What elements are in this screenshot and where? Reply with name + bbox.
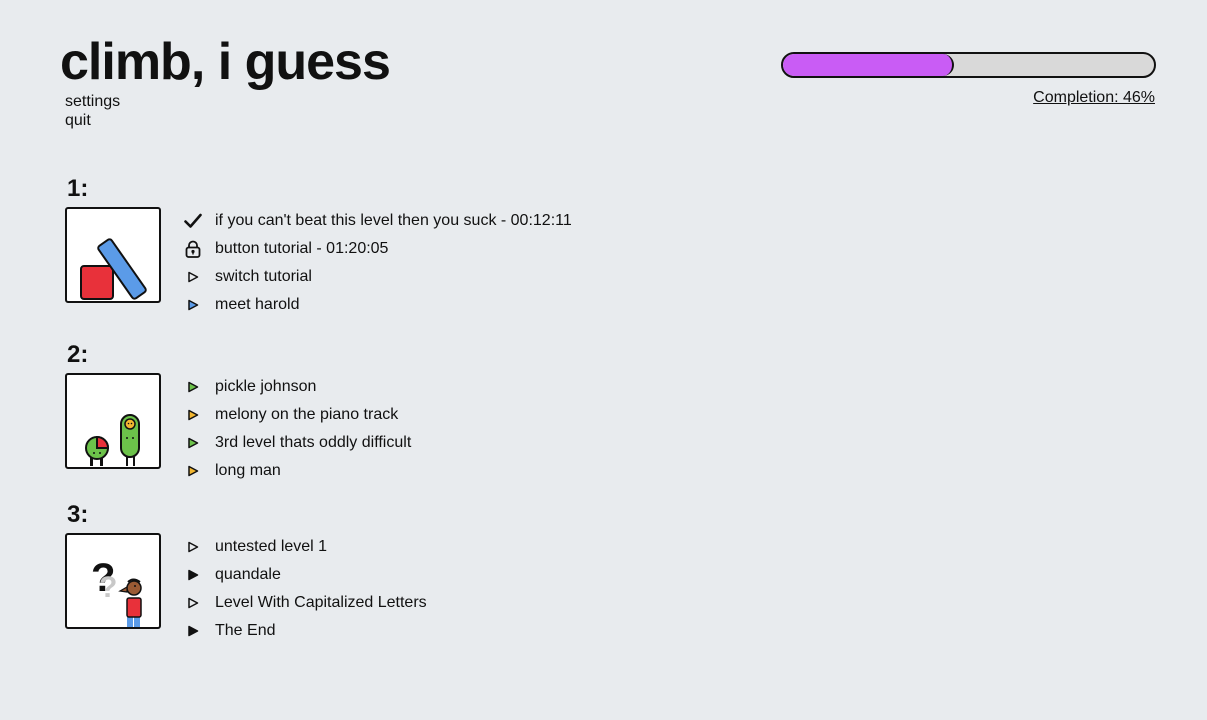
level-item[interactable]: 3rd level thats oddly difficult [183, 429, 411, 457]
quit-link[interactable]: quit [65, 111, 120, 130]
level-item[interactable]: long man [183, 457, 411, 485]
level-label: pickle johnson [215, 378, 317, 395]
play-yellow-icon [183, 405, 203, 425]
level-label: meet harold [215, 296, 300, 313]
chapter-1: 1: if you can't beat this level then you… [65, 175, 572, 319]
level-label: long man [215, 462, 281, 479]
lock-icon [183, 239, 203, 259]
level-label: if you can't beat this level then you su… [215, 212, 572, 229]
level-label: untested level 1 [215, 538, 328, 555]
checkmark-icon [183, 211, 203, 231]
level-list: untested level 1 quandale Level With Cap… [183, 533, 427, 645]
play-yellow-icon [183, 461, 203, 481]
completion-label[interactable]: Completion: 46% [1033, 89, 1155, 107]
level-item[interactable]: melony on the piano track [183, 401, 411, 429]
chapter-number: 1: [67, 175, 89, 202]
play-black-icon [183, 621, 203, 641]
level-item[interactable]: meet harold [183, 291, 572, 319]
game-title: climb, i guess [60, 33, 391, 91]
play-blue-icon [183, 295, 203, 315]
completion-progress-bar [781, 52, 1156, 78]
level-label: switch tutorial [215, 268, 312, 285]
play-green-icon [183, 377, 203, 397]
chapter-1-thumbnail [65, 207, 161, 303]
chapter-3-thumbnail: ? ? [65, 533, 161, 629]
play-outline-icon [183, 593, 203, 613]
play-green-icon [183, 433, 203, 453]
level-item[interactable]: switch tutorial [183, 263, 572, 291]
level-item[interactable]: The End [183, 617, 427, 645]
chapter-3: 3: ? ? untested level 1 quandale Level W… [65, 501, 427, 645]
level-list: pickle johnson melony on the piano track… [183, 373, 411, 485]
chapter-2: 2: pickle johnson melony on the piano tr… [65, 341, 411, 485]
chapter-number: 2: [67, 341, 89, 368]
level-list: if you can't beat this level then you su… [183, 207, 572, 319]
play-black-icon [183, 565, 203, 585]
svg-text:?: ? [99, 571, 117, 604]
settings-link[interactable]: settings [65, 92, 120, 111]
play-outline-icon [183, 267, 203, 287]
level-item[interactable]: untested level 1 [183, 533, 427, 561]
level-label: Level With Capitalized Letters [215, 594, 427, 611]
level-item[interactable]: pickle johnson [183, 373, 411, 401]
chapter-number: 3: [67, 501, 89, 528]
level-item[interactable]: quandale [183, 561, 427, 589]
level-label: 3rd level thats oddly difficult [215, 434, 412, 451]
chapter-2-thumbnail [65, 373, 161, 469]
play-outline-icon [183, 537, 203, 557]
level-label: quandale [215, 566, 281, 583]
level-select-screen: climb, i guess settings quit Completion:… [0, 0, 1207, 720]
level-label: button tutorial - 01:20:05 [215, 240, 389, 257]
level-item[interactable]: if you can't beat this level then you su… [183, 207, 572, 235]
progress-fill [783, 54, 954, 76]
level-label: The End [215, 622, 276, 639]
main-menu: settings quit [65, 92, 120, 130]
level-label: melony on the piano track [215, 406, 399, 423]
level-item[interactable]: button tutorial - 01:20:05 [183, 235, 572, 263]
level-item[interactable]: Level With Capitalized Letters [183, 589, 427, 617]
